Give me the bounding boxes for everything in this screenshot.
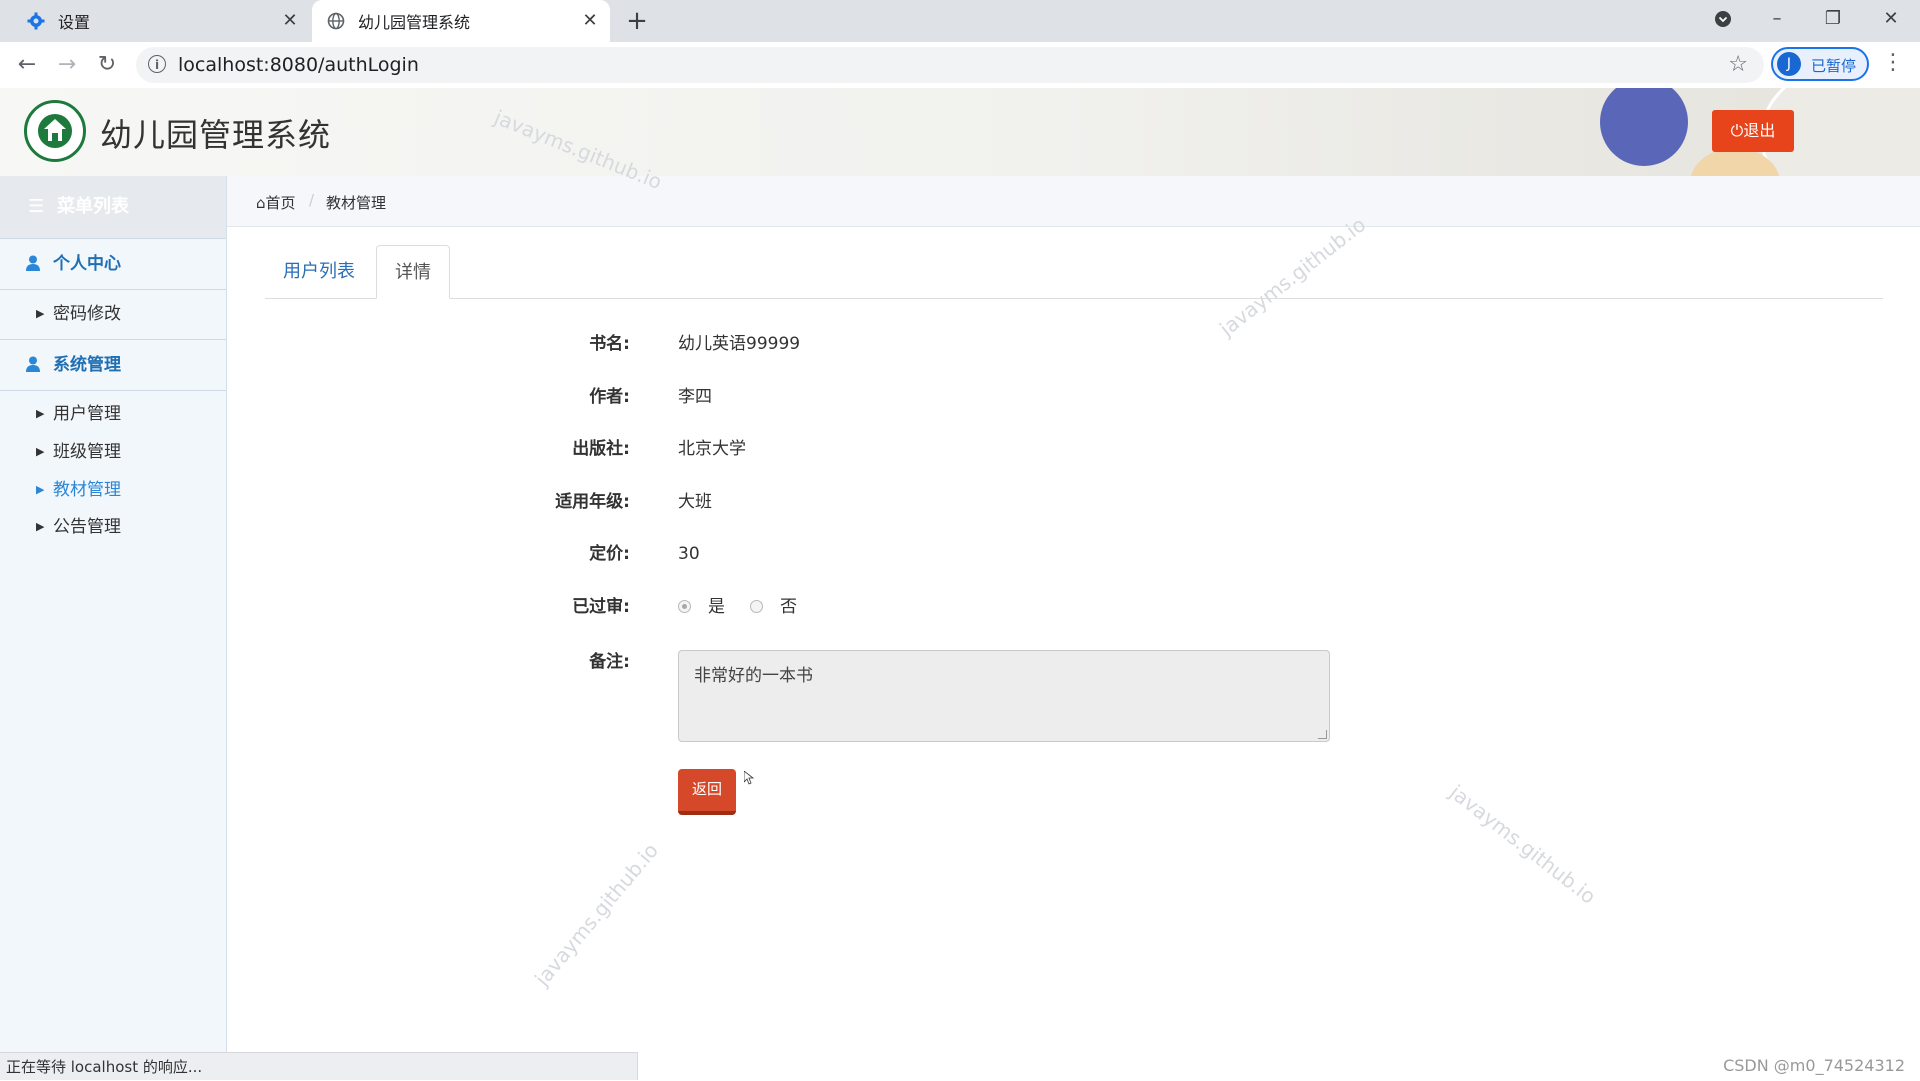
browser-tab-active[interactable]: 幼儿园管理系统 ✕ (312, 0, 610, 42)
avatar: J (1777, 52, 1801, 76)
field-label: 书名: (589, 334, 630, 354)
mouse-cursor-icon (743, 770, 755, 785)
field-value: 李四 (678, 387, 712, 407)
resize-handle-icon[interactable] (1318, 730, 1327, 739)
minimize-icon[interactable]: – (1754, 0, 1800, 38)
field-book-name: 书名: 幼儿英语99999 (490, 329, 1390, 359)
sidebar-title: 菜单列表 (57, 196, 129, 217)
tab-search-icon[interactable] (1700, 0, 1746, 38)
field-label: 定价: (589, 544, 630, 564)
sidebar-group-personal[interactable]: 个人中心 (0, 238, 226, 290)
field-value: 幼儿英语99999 (678, 334, 801, 354)
new-tab-button[interactable]: + (622, 6, 652, 36)
profile-label: 已暂停 (1811, 57, 1857, 75)
logout-button[interactable]: ⏻退出 (1712, 110, 1794, 152)
gear-icon (26, 11, 46, 31)
tab-detail[interactable]: 详情 (376, 245, 450, 299)
url-field[interactable]: i localhost:8080/authLogin ☆ (136, 47, 1764, 83)
app-header: 幼儿园管理系统 ⏻退出 (0, 88, 1920, 176)
browser-tab-strip: 设置 ✕ 幼儿园管理系统 ✕ + – ❐ ✕ (0, 0, 1920, 42)
home-icon: ⌂ (256, 194, 266, 212)
more-menu-icon[interactable]: ⋮ (1882, 50, 1904, 75)
back-arrow-icon[interactable]: ← (12, 50, 42, 80)
header-decoration (1600, 88, 1688, 166)
sidebar-item-classes[interactable]: ▶ 班级管理 (0, 434, 226, 470)
sidebar-item-notices[interactable]: ▶ 公告管理 (0, 509, 226, 545)
info-icon[interactable]: i (148, 55, 166, 73)
sidebar-item-label: 用户管理 (53, 404, 121, 424)
radio-yes-label: 是 (708, 597, 725, 617)
reload-icon[interactable]: ↻ (92, 50, 122, 80)
breadcrumb-current: 教材管理 (326, 194, 387, 212)
restore-icon[interactable]: ❐ (1810, 0, 1856, 38)
caret-right-icon: ▶ (36, 407, 45, 420)
logout-label: 退出 (1743, 121, 1776, 140)
breadcrumb-separator: / (309, 191, 315, 209)
tab-title: 幼儿园管理系统 (358, 13, 471, 32)
school-logo (24, 100, 86, 162)
breadcrumb-home[interactable]: ⌂首页 (256, 192, 296, 213)
close-icon[interactable]: ✕ (280, 11, 300, 31)
watermark: javayms.github.io (1445, 780, 1601, 909)
profile-button[interactable]: J 已暂停 (1771, 47, 1869, 81)
sidebar-item-label: 教材管理 (53, 480, 121, 500)
sidebar: ☰ 菜单列表 个人中心 ▶ 密码修改 系统管理 ▶ 用户管理 ▶ 班级管理 ▶ … (0, 176, 227, 1052)
watermark: javayms.github.io (530, 838, 663, 991)
field-audit: 已过审: 是 否 (490, 592, 1390, 622)
field-grade: 适用年级: 大班 (490, 487, 1390, 517)
sidebar-group-label: 系统管理 (53, 355, 121, 375)
tab-title: 设置 (58, 13, 91, 32)
back-button[interactable]: 返回 (678, 769, 736, 815)
close-icon[interactable]: ✕ (580, 11, 600, 31)
field-label: 适用年级: (555, 492, 630, 512)
forward-arrow-icon[interactable]: → (52, 50, 82, 80)
remark-text: 非常好的一本书 (694, 666, 813, 686)
power-icon: ⏻ (1730, 121, 1744, 140)
sidebar-group-system[interactable]: 系统管理 (0, 339, 226, 391)
sidebar-item-label: 公告管理 (53, 517, 121, 537)
bookmark-star-icon[interactable]: ☆ (1728, 52, 1748, 77)
app-title: 幼儿园管理系统 (100, 116, 332, 154)
user-icon (26, 340, 40, 390)
caret-right-icon: ▶ (36, 483, 45, 496)
field-value: 30 (678, 544, 700, 564)
sidebar-item-textbooks[interactable]: ▶ 教材管理 (0, 472, 226, 508)
browser-tab-settings[interactable]: 设置 ✕ (10, 0, 310, 42)
sidebar-item-password[interactable]: ▶ 密码修改 (0, 296, 226, 332)
field-author: 作者: 李四 (490, 382, 1390, 412)
radio-yes[interactable] (678, 600, 691, 613)
field-publisher: 出版社: 北京大学 (490, 434, 1390, 464)
field-value: 北京大学 (678, 439, 746, 459)
sidebar-item-label: 密码修改 (53, 304, 121, 324)
user-icon (26, 239, 40, 289)
field-label: 出版社: (572, 439, 630, 459)
status-bar: 正在等待 localhost 的响应... (0, 1052, 638, 1080)
credit-watermark: CSDN @m0_74524312 (1723, 1056, 1905, 1075)
radio-no[interactable] (750, 600, 763, 613)
caret-right-icon: ▶ (36, 445, 45, 458)
field-label: 备注: (589, 652, 630, 672)
sidebar-header: ☰ 菜单列表 (0, 176, 226, 238)
caret-right-icon: ▶ (36, 307, 45, 320)
sidebar-group-label: 个人中心 (53, 254, 121, 274)
close-window-icon[interactable]: ✕ (1868, 0, 1914, 38)
remark-textarea[interactable]: 非常好的一本书 (678, 650, 1330, 742)
field-price: 定价: 30 (490, 539, 1390, 569)
field-label: 已过审: (572, 597, 630, 617)
sidebar-item-users[interactable]: ▶ 用户管理 (0, 396, 226, 432)
breadcrumb-home-label: 首页 (265, 194, 296, 212)
globe-icon (326, 11, 346, 31)
field-value: 大班 (678, 492, 712, 512)
address-bar: ← → ↻ i localhost:8080/authLogin ☆ J 已暂停… (0, 42, 1920, 89)
list-icon: ☰ (28, 196, 45, 217)
caret-right-icon: ▶ (36, 520, 45, 533)
breadcrumb: ⌂首页 / 教材管理 (227, 176, 1920, 227)
field-label: 作者: (589, 387, 630, 407)
url-text[interactable]: localhost:8080/authLogin (178, 54, 419, 76)
radio-no-label: 否 (780, 597, 797, 617)
sidebar-item-label: 班级管理 (53, 442, 121, 462)
tab-user-list[interactable]: 用户列表 (265, 245, 373, 298)
content-tabs: 用户列表 详情 (265, 245, 1883, 299)
